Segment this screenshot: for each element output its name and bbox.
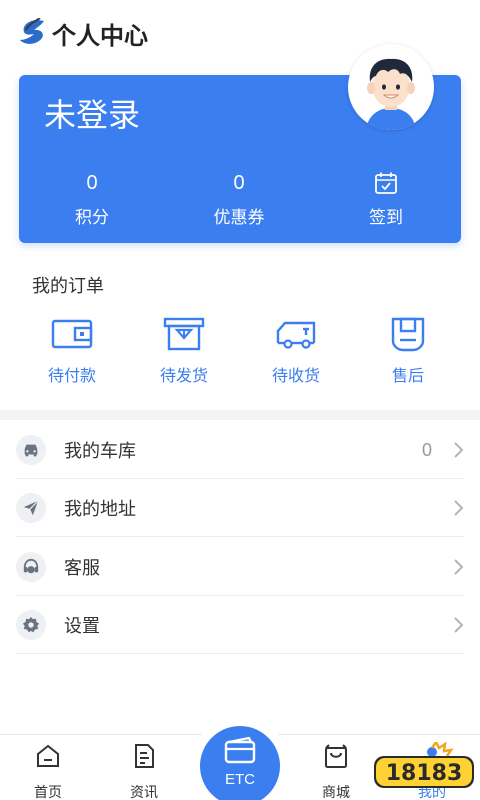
calendar-check-icon xyxy=(375,172,397,194)
section-divider xyxy=(0,410,480,420)
menu-item-garage[interactable]: 我的车库 0 xyxy=(0,421,480,479)
order-pending-receipt[interactable]: 待收货 xyxy=(241,315,351,386)
nav-news-label: 资讯 xyxy=(130,784,158,800)
menu-label-address: 我的地址 xyxy=(64,499,136,519)
order-pending-shipment-label: 待发货 xyxy=(159,368,208,385)
watermark-logo: 18183 xyxy=(374,742,474,788)
row-divider xyxy=(16,653,464,654)
points-label: 积分 xyxy=(75,208,109,227)
etc-label: ETC xyxy=(225,771,255,788)
app-logo-icon xyxy=(20,18,44,44)
order-pending-payment[interactable]: 待付款 xyxy=(17,315,127,386)
order-pending-shipment[interactable]: 待发货 xyxy=(129,315,239,386)
return-bag-icon xyxy=(391,317,425,352)
gear-icon xyxy=(16,610,46,640)
menu-label-garage: 我的车库 xyxy=(64,441,136,461)
home-icon xyxy=(37,744,59,767)
menu-item-customer-service[interactable]: 客服 xyxy=(0,538,480,596)
coupons-label: 优惠券 xyxy=(213,208,265,227)
avatar[interactable] xyxy=(348,44,434,130)
orders-title: 我的订单 xyxy=(32,276,104,296)
menu-label-customer-service: 客服 xyxy=(64,558,100,578)
order-pending-receipt-label: 待收货 xyxy=(271,368,320,385)
etc-button[interactable]: ETC xyxy=(200,726,280,800)
points-value: 0 xyxy=(86,172,98,194)
menu-item-address[interactable]: 我的地址 xyxy=(0,479,480,537)
watermark-text: 18183 xyxy=(386,761,463,786)
nav-news[interactable]: 资讯 xyxy=(104,743,184,800)
order-after-sales-label: 售后 xyxy=(391,368,424,385)
shopping-bag-icon xyxy=(325,744,347,768)
wallet-icon xyxy=(51,319,93,349)
etc-card-icon xyxy=(224,736,256,764)
document-icon xyxy=(135,744,154,768)
chevron-right-icon xyxy=(454,559,464,575)
chevron-right-icon xyxy=(454,442,464,458)
checkin-label: 签到 xyxy=(369,208,403,227)
box-icon xyxy=(163,317,205,351)
garage-count: 0 xyxy=(421,439,432,460)
headset-icon xyxy=(16,552,46,582)
order-after-sales[interactable]: 售后 xyxy=(353,315,463,386)
nav-home[interactable]: 首页 xyxy=(8,743,88,800)
menu-label-settings: 设置 xyxy=(64,616,100,636)
row-divider xyxy=(16,536,464,537)
menu-item-settings[interactable]: 设置 xyxy=(0,596,480,654)
avatar-boy-icon xyxy=(366,58,416,130)
nav-mall-label: 商城 xyxy=(322,784,350,800)
coupons-value: 0 xyxy=(233,172,245,194)
page-title: 个人中心 xyxy=(52,22,148,50)
truck-icon xyxy=(276,321,316,349)
nav-mall[interactable]: 商城 xyxy=(296,743,376,800)
points-stat[interactable]: 0 积分 xyxy=(32,171,152,228)
chevron-right-icon xyxy=(454,617,464,633)
login-status[interactable]: 未登录 xyxy=(44,90,140,136)
send-icon xyxy=(16,493,46,523)
nav-home-label: 首页 xyxy=(34,784,62,800)
car-icon xyxy=(16,435,46,465)
checkin-button[interactable]: 签到 xyxy=(326,171,446,228)
coupons-stat[interactable]: 0 优惠券 xyxy=(179,171,299,228)
chevron-right-icon xyxy=(454,500,464,516)
order-pending-payment-label: 待付款 xyxy=(47,368,96,385)
